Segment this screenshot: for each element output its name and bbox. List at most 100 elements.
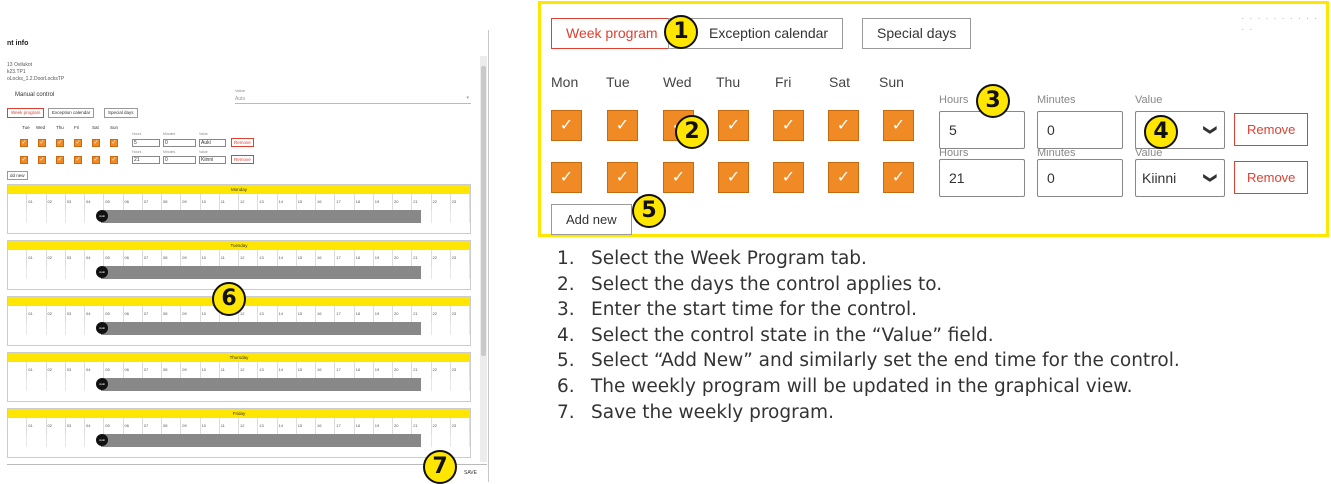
manual-control-toggle[interactable]: Manual control bbox=[7, 92, 54, 98]
day-checkbox-tue[interactable]: ✓ bbox=[607, 110, 638, 141]
schedule-bar[interactable] bbox=[101, 210, 421, 223]
scrollbar-thumb[interactable] bbox=[481, 66, 486, 356]
hour-cell bbox=[27, 266, 47, 279]
schedule-handle[interactable]: Auki bbox=[96, 266, 108, 278]
minutes-label: Minutes bbox=[163, 150, 176, 154]
day-checkbox[interactable]: ✓ bbox=[74, 139, 82, 147]
hour-tick: 21 bbox=[412, 306, 432, 322]
add-new-button[interactable]: dd new bbox=[7, 171, 28, 180]
hour-cell bbox=[451, 266, 470, 279]
day-checkbox[interactable]: ✓ bbox=[56, 156, 64, 164]
day-checkbox-mon[interactable]: ✓ bbox=[551, 162, 582, 193]
day-checkbox-thu[interactable]: ✓ bbox=[718, 110, 749, 141]
day-checkbox-tue[interactable]: ✓ bbox=[607, 162, 638, 193]
hour-cell bbox=[8, 210, 28, 223]
tab-week-program[interactable]: Week program bbox=[551, 18, 673, 49]
step-marker-4: 4 bbox=[1144, 115, 1178, 149]
remove-button[interactable]: Remove bbox=[231, 138, 254, 147]
hour-tick: 01 bbox=[27, 418, 47, 434]
schedule-bar[interactable] bbox=[101, 434, 421, 447]
value-dropdown[interactable]: Auki bbox=[199, 139, 226, 147]
day-checkbox-sat[interactable]: ✓ bbox=[828, 162, 859, 193]
day-checkbox-fri[interactable]: ✓ bbox=[773, 110, 804, 141]
day-checkbox-sun[interactable]: ✓ bbox=[883, 110, 914, 141]
hour-tick: 15 bbox=[297, 194, 316, 210]
value-dropdown[interactable]: Kiinni bbox=[199, 156, 226, 164]
hour-tick: 22 bbox=[432, 250, 451, 266]
schedule-bar[interactable] bbox=[101, 322, 421, 335]
schedule-handle[interactable]: Auki bbox=[96, 210, 108, 222]
instruction-text: Enter the start time for the control. bbox=[591, 299, 917, 321]
minutes-input[interactable]: 0 bbox=[1037, 159, 1123, 197]
day-label: Sat bbox=[829, 74, 851, 90]
day-checkbox[interactable]: ✓ bbox=[20, 139, 28, 147]
value-dropdown[interactable]: Kiinni ❯ bbox=[1135, 159, 1225, 197]
minutes-input[interactable]: 0 bbox=[1037, 111, 1123, 149]
day-checkbox[interactable]: ✓ bbox=[56, 139, 64, 147]
day-checkbox[interactable]: ✓ bbox=[74, 156, 82, 164]
day-checkbox-thu[interactable]: ✓ bbox=[718, 162, 749, 193]
hour-cell bbox=[66, 378, 85, 391]
hour-tick: 15 bbox=[297, 418, 316, 434]
hour-tick: 21 bbox=[412, 418, 432, 434]
add-new-button[interactable]: Add new bbox=[551, 204, 632, 235]
step-marker-5: 5 bbox=[632, 194, 666, 228]
hours-input[interactable]: 21 bbox=[132, 156, 160, 164]
hours-input[interactable]: 21 bbox=[939, 159, 1025, 197]
day-checkbox-wed[interactable]: ✓ bbox=[663, 162, 694, 193]
hour-tick: 06 bbox=[124, 306, 143, 322]
panel-border bbox=[488, 30, 489, 482]
hour-tick: 01 bbox=[27, 250, 47, 266]
hour-cell bbox=[451, 210, 470, 223]
hour-tick: 23 bbox=[451, 418, 470, 434]
day-checkbox-fri[interactable]: ✓ bbox=[773, 162, 804, 193]
tab-exception-calendar[interactable]: Exception calendar bbox=[48, 108, 95, 118]
day-checkbox[interactable]: ✓ bbox=[110, 156, 118, 164]
remove-button[interactable]: Remove bbox=[1234, 161, 1309, 194]
hour-tick: 03 bbox=[66, 194, 85, 210]
schedule-bar[interactable] bbox=[101, 266, 421, 279]
tab-special-days[interactable]: Special days bbox=[862, 18, 972, 49]
hours-label: Hours bbox=[939, 147, 969, 159]
value-dropdown-text: Kiinni bbox=[1142, 170, 1177, 186]
instruction-number: 7. bbox=[557, 401, 575, 423]
day-checkbox-sun[interactable]: ✓ bbox=[883, 162, 914, 193]
remove-button[interactable]: Remove bbox=[1234, 113, 1309, 146]
day-checkbox[interactable]: ✓ bbox=[38, 156, 46, 164]
day-checkbox[interactable]: ✓ bbox=[92, 139, 100, 147]
day-checkbox-sat[interactable]: ✓ bbox=[828, 110, 859, 141]
day-checkbox[interactable]: ✓ bbox=[38, 139, 46, 147]
day-checkbox[interactable]: ✓ bbox=[110, 139, 118, 147]
minutes-input[interactable]: 0 bbox=[163, 156, 196, 164]
value-select[interactable]: Auto ▾ bbox=[235, 95, 471, 104]
hour-tick: 13 bbox=[258, 194, 278, 210]
schedule-handle[interactable]: Auki bbox=[96, 322, 108, 334]
tab-special-days[interactable]: Special days bbox=[104, 108, 138, 118]
day-checkbox[interactable]: ✓ bbox=[92, 156, 100, 164]
hour-tick bbox=[8, 194, 28, 210]
minutes-label: Minutes bbox=[1037, 94, 1076, 106]
hours-input[interactable]: 5 bbox=[132, 139, 160, 147]
instruction-item: 4. Select the control state in the “Value… bbox=[557, 325, 1327, 351]
schedule-handle[interactable]: Auki bbox=[96, 378, 108, 390]
minutes-label: Minutes bbox=[163, 132, 176, 136]
hour-tick: 14 bbox=[278, 306, 297, 322]
hour-cell bbox=[27, 322, 47, 335]
minutes-input[interactable]: 0 bbox=[163, 139, 196, 147]
schedule-handle[interactable]: Auki bbox=[96, 434, 108, 446]
hours-input[interactable]: 5 bbox=[939, 111, 1025, 149]
tab-week-program[interactable]: Week program bbox=[7, 108, 45, 118]
hour-ticks: 0102030405060708091011121314151617181920… bbox=[8, 362, 470, 378]
hour-tick: 22 bbox=[432, 194, 451, 210]
save-button[interactable]: SAVE bbox=[464, 470, 477, 476]
schedule-bar[interactable] bbox=[101, 378, 421, 391]
remove-button[interactable]: Remove bbox=[231, 155, 254, 164]
hour-tick: 15 bbox=[297, 250, 316, 266]
chevron-down-icon: ❯ bbox=[1203, 172, 1219, 184]
hour-tick: 04 bbox=[85, 418, 105, 434]
day-checkbox-mon[interactable]: ✓ bbox=[551, 110, 582, 141]
minutes-label: Minutes bbox=[1037, 147, 1076, 159]
hour-tick: 05 bbox=[104, 250, 124, 266]
instruction-number: 6. bbox=[557, 375, 575, 397]
day-checkbox[interactable]: ✓ bbox=[20, 156, 28, 164]
